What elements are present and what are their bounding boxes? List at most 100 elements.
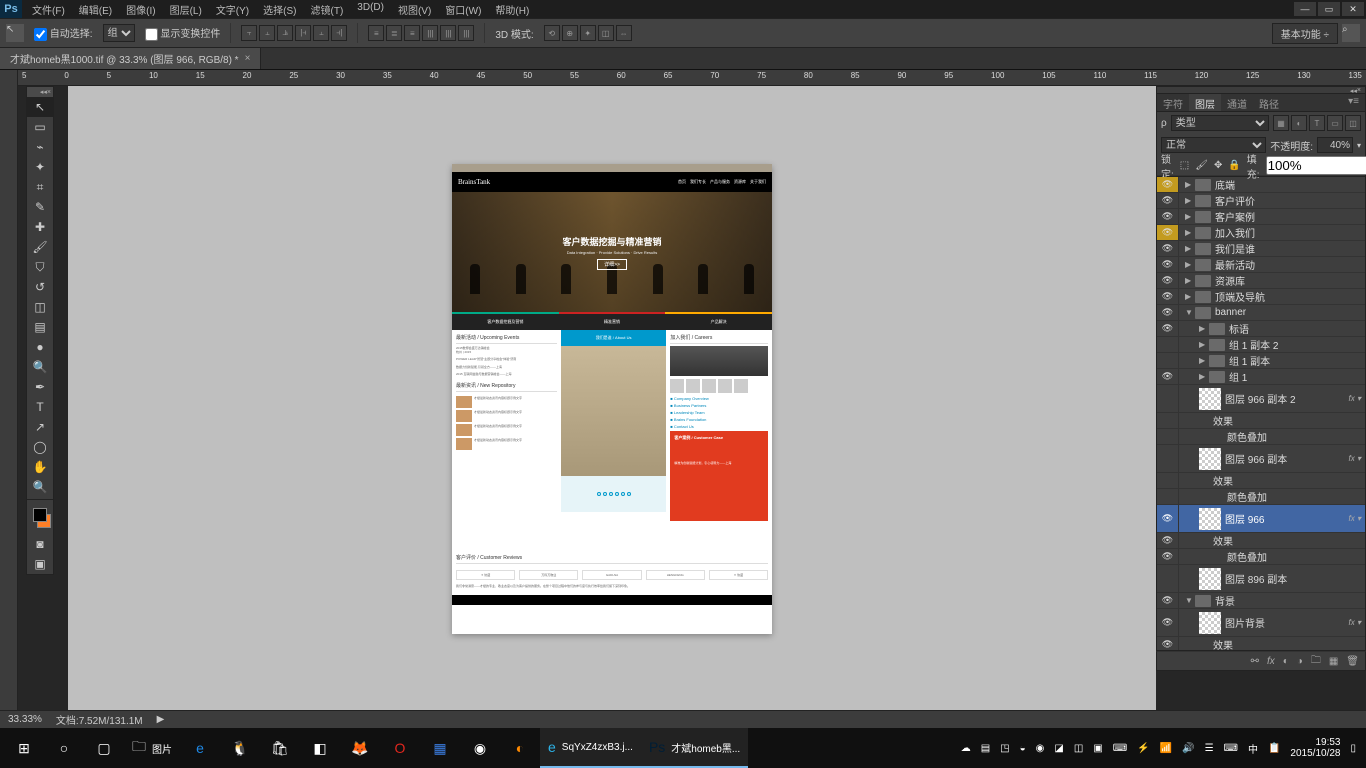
crop-tool[interactable]: ⌗ xyxy=(27,177,53,197)
menu-select[interactable]: 选择(S) xyxy=(259,0,300,19)
visibility-toggle-icon[interactable]: 👁 xyxy=(1157,593,1179,608)
menu-file[interactable]: 文件(F) xyxy=(28,0,69,19)
layer-row[interactable]: 👁▶最新活动 xyxy=(1157,257,1365,273)
fx-badge-icon[interactable]: fx ▾ xyxy=(1349,394,1365,403)
3d-icon[interactable]: ✦ xyxy=(580,25,596,41)
taskbar-store[interactable]: 🛍 xyxy=(260,728,300,768)
pen-tool[interactable]: ✒ xyxy=(27,377,53,397)
align-icon[interactable]: ⫟ xyxy=(241,25,257,41)
color-swatches[interactable] xyxy=(27,502,53,534)
layer-thumbnail[interactable] xyxy=(1199,508,1221,530)
auto-select-checkbox[interactable]: 自动选择: xyxy=(34,25,93,41)
twisty-icon[interactable]: ▶ xyxy=(1185,260,1195,269)
layer-row[interactable]: 图层 896 副本 xyxy=(1157,565,1365,593)
eraser-tool[interactable]: ◫ xyxy=(27,297,53,317)
visibility-toggle-icon[interactable]: 👁 xyxy=(1157,193,1179,208)
layer-name-label[interactable]: 颜色叠加 xyxy=(1227,429,1365,444)
hand-tool[interactable]: ✋ xyxy=(27,457,53,477)
tray-icon[interactable]: 🔊 xyxy=(1182,743,1194,754)
tray-icon[interactable]: ◪ xyxy=(1054,743,1063,754)
layer-name-label[interactable]: 效果 xyxy=(1213,473,1365,488)
tab-paths[interactable]: 路径 xyxy=(1253,94,1285,111)
align-icon[interactable]: ⫠ xyxy=(313,25,329,41)
auto-select-dropdown[interactable]: 组 xyxy=(103,24,135,42)
visibility-toggle-icon[interactable]: 👁 xyxy=(1157,177,1179,192)
twisty-icon[interactable]: ▶ xyxy=(1199,324,1209,333)
distribute-icon[interactable]: ||| xyxy=(440,25,456,41)
twisty-icon[interactable]: ▶ xyxy=(1185,180,1195,189)
close-button[interactable]: ✕ xyxy=(1342,2,1364,16)
layer-name-label[interactable]: 颜色叠加 xyxy=(1227,489,1365,504)
healing-tool[interactable]: ✚ xyxy=(27,217,53,237)
taskbar-edge[interactable]: e xyxy=(180,728,220,768)
close-icon[interactable]: × xyxy=(47,89,51,96)
layer-row[interactable]: 颜色叠加 xyxy=(1157,489,1365,505)
mask-icon[interactable]: ◐ xyxy=(1283,656,1289,667)
layer-row[interactable]: 图层 966 副本fx ▾ xyxy=(1157,445,1365,473)
layer-name-label[interactable]: 组 1 副本 xyxy=(1229,353,1365,368)
3d-icon[interactable]: ⇔ xyxy=(616,25,632,41)
tray-icon[interactable]: ☰ xyxy=(1205,743,1214,754)
collapse-icon[interactable]: ◂◂ xyxy=(40,88,47,96)
align-icon[interactable]: |⫞ xyxy=(295,25,311,41)
layer-name-label[interactable]: 效果 xyxy=(1213,533,1365,548)
close-tab-icon[interactable]: × xyxy=(245,53,251,64)
layer-row[interactable]: 👁▶顶端及导航 xyxy=(1157,289,1365,305)
lock-trans-icon[interactable]: ⬚ xyxy=(1180,160,1189,171)
layer-name-label[interactable]: 图层 966 副本 xyxy=(1225,451,1349,466)
layer-name-label[interactable]: 图层 966 副本 2 xyxy=(1225,391,1349,406)
layer-name-label[interactable]: 资源库 xyxy=(1215,273,1365,288)
layer-row[interactable]: 👁▼banner xyxy=(1157,305,1365,321)
filter-type-icon[interactable]: T xyxy=(1309,115,1325,131)
layer-name-label[interactable]: 底端 xyxy=(1215,177,1365,192)
status-arrow-icon[interactable]: ▶ xyxy=(157,714,165,725)
distribute-icon[interactable]: ≣ xyxy=(386,25,402,41)
menu-image[interactable]: 图像(I) xyxy=(122,0,159,19)
taskbar-taskview[interactable]: ▢ xyxy=(84,728,124,768)
adjustment-icon[interactable]: ◑ xyxy=(1297,656,1303,667)
layer-name-label[interactable]: 图层 966 xyxy=(1225,511,1349,526)
tray-icon[interactable]: ◒ xyxy=(1020,743,1026,754)
tab-channels[interactable]: 通道 xyxy=(1221,94,1253,111)
tray-icon[interactable]: ▤ xyxy=(981,743,990,754)
visibility-toggle-icon[interactable] xyxy=(1157,473,1179,488)
magic-wand-tool[interactable]: ✦ xyxy=(27,157,53,177)
visibility-toggle-icon[interactable] xyxy=(1157,445,1179,472)
layer-name-label[interactable]: 标语 xyxy=(1229,321,1365,336)
layer-row[interactable]: 👁效果 xyxy=(1157,533,1365,549)
visibility-toggle-icon[interactable]: 👁 xyxy=(1157,369,1179,384)
layer-row[interactable]: ▶组 1 副本 2 xyxy=(1157,337,1365,353)
visibility-toggle-icon[interactable]: 👁 xyxy=(1157,225,1179,240)
taskbar-app2[interactable]: ▦ xyxy=(420,728,460,768)
layer-thumbnail[interactable] xyxy=(1199,612,1221,634)
tray-icon[interactable]: ⌨ xyxy=(1224,743,1238,754)
filter-shape-icon[interactable]: ▭ xyxy=(1327,115,1343,131)
visibility-toggle-icon[interactable] xyxy=(1157,413,1179,428)
layer-row[interactable]: 图层 966 副本 2fx ▾ xyxy=(1157,385,1365,413)
blur-tool[interactable]: ● xyxy=(27,337,53,357)
layer-row[interactable]: 效果 xyxy=(1157,413,1365,429)
tray-icon[interactable]: 📋 xyxy=(1268,743,1280,754)
tray-icon[interactable]: ⚡ xyxy=(1137,743,1149,754)
align-icon[interactable]: ⫡ xyxy=(277,25,293,41)
menu-view[interactable]: 视图(V) xyxy=(394,0,435,19)
canvas-pasteboard[interactable]: BrainsTank 首页我们专长产品与服务资源库关于我们 客户数据挖掘与精准营… xyxy=(68,86,1156,728)
layer-name-label[interactable]: 组 1 xyxy=(1229,369,1365,384)
layer-row[interactable]: 👁图片背景fx ▾ xyxy=(1157,609,1365,637)
layer-row[interactable]: 👁▶加入我们 xyxy=(1157,225,1365,241)
lock-all-icon[interactable]: 🔒 xyxy=(1228,160,1240,171)
twisty-icon[interactable]: ▶ xyxy=(1185,228,1195,237)
stamp-tool[interactable]: ⛉ xyxy=(27,257,53,277)
new-layer-icon[interactable]: ▦ xyxy=(1329,656,1338,667)
layer-row[interactable]: 👁颜色叠加 xyxy=(1157,549,1365,565)
visibility-toggle-icon[interactable]: 👁 xyxy=(1157,637,1179,651)
eyedropper-tool[interactable]: ✎ xyxy=(27,197,53,217)
panel-close-icon[interactable]: × xyxy=(1357,87,1361,93)
filter-kind-dropdown[interactable]: 类型 xyxy=(1171,115,1269,131)
layer-name-label[interactable]: 图层 896 副本 xyxy=(1225,571,1365,586)
visibility-toggle-icon[interactable] xyxy=(1157,489,1179,504)
show-transform-checkbox[interactable]: 显示变换控件 xyxy=(145,25,221,41)
distribute-icon[interactable]: ≡ xyxy=(404,25,420,41)
group-icon[interactable]: 🗀 xyxy=(1311,653,1321,670)
layer-name-label[interactable]: 颜色叠加 xyxy=(1227,549,1365,564)
